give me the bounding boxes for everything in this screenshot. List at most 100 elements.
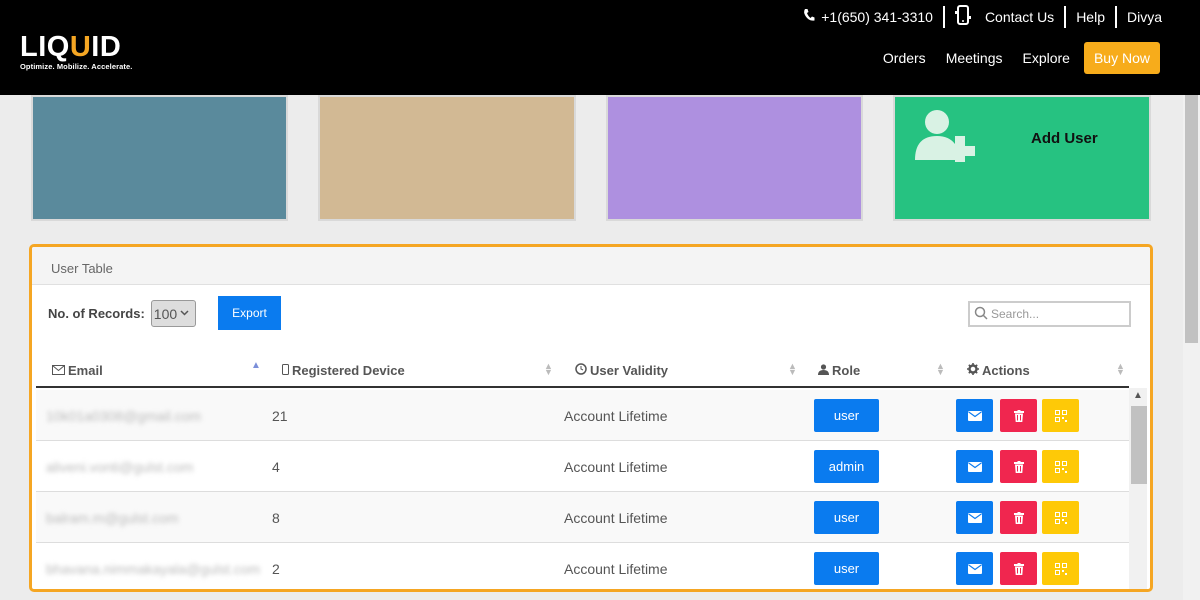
nav-explore[interactable]: Explore [1023, 50, 1070, 66]
stat-card-2[interactable] [318, 95, 576, 221]
search-input[interactable]: Search... [968, 301, 1131, 327]
clock-icon [575, 363, 587, 378]
email-action-button[interactable] [956, 552, 993, 585]
records-label: No. of Records: [48, 306, 145, 321]
sort-both-icon[interactable]: ▲ ▼ [936, 362, 945, 377]
stat-card-3[interactable] [606, 95, 863, 221]
col-actions-label: Actions [982, 363, 1030, 378]
role-button[interactable]: user [814, 552, 879, 585]
table-row: 10k01a0308@gmail.com 21 Account Lifetime… [36, 390, 1129, 441]
email-action-button[interactable] [956, 501, 993, 534]
col-actions[interactable]: Actions [967, 363, 1030, 378]
qr-code-button[interactable] [1042, 501, 1079, 534]
user-name: Divya [1126, 9, 1162, 25]
logo-wordmark: LIQUID [20, 31, 122, 63]
phone-number: +1(650) 341-3310 [821, 9, 933, 25]
qr-code-icon [1054, 511, 1067, 524]
trash-icon [1013, 511, 1024, 524]
add-user-card[interactable]: Add User [893, 95, 1151, 221]
page-scrollbar-thumb[interactable] [1185, 95, 1198, 343]
add-user-label: Add User [1031, 130, 1098, 147]
logo-tagline: Optimize. Mobilize. Accelerate. [20, 62, 133, 71]
mobile-device-icon [954, 5, 971, 29]
main-nav: Orders Meetings Explore Buy Now [863, 42, 1160, 74]
email-cell: bhavana.nimmakayala@gulst.com [46, 561, 261, 577]
validity-cell: Account Lifetime [564, 408, 668, 424]
col-email[interactable]: Email [52, 363, 103, 378]
help-link[interactable]: Help [1066, 6, 1117, 28]
email-action-button[interactable] [956, 399, 993, 432]
email-cell: balram.m@gulst.com [46, 510, 179, 526]
export-button[interactable]: Export [218, 296, 281, 330]
phone-link[interactable]: +1(650) 341-3310 [793, 6, 945, 28]
sort-both-icon[interactable]: ▲ ▼ [788, 362, 797, 377]
top-utility-bar: +1(650) 341-3310 Contact Us Help Divya [793, 5, 1200, 29]
qr-code-icon [1054, 562, 1067, 575]
contact-us-link[interactable]: Contact Us [945, 5, 1067, 29]
search-placeholder: Search... [991, 307, 1040, 321]
role-button[interactable]: user [814, 501, 879, 534]
help-label: Help [1076, 9, 1105, 25]
col-registered-device[interactable]: Registered Device [282, 363, 405, 378]
gear-icon [967, 363, 979, 378]
email-action-button[interactable] [956, 450, 993, 483]
validity-cell: Account Lifetime [564, 510, 668, 526]
user-menu[interactable]: Divya [1117, 6, 1200, 28]
device-count-cell: 8 [272, 510, 280, 526]
stat-card-1[interactable] [31, 95, 288, 221]
records-control: No. of Records: 100 [48, 300, 196, 327]
contact-us-label: Contact Us [984, 9, 1055, 25]
sort-asc-icon[interactable]: ▲ [251, 361, 261, 371]
records-select[interactable]: 100 [150, 300, 196, 327]
envelope-icon [967, 512, 982, 523]
liquid-logo[interactable]: LIQUID Optimize. Mobilize. Accelerate. [20, 32, 132, 71]
delete-button[interactable] [1000, 450, 1037, 483]
table-header: Email ▲ Registered Device ▲ ▼ User Validi… [36, 350, 1129, 388]
sort-both-icon[interactable]: ▲ ▼ [1116, 362, 1125, 377]
nav-meetings[interactable]: Meetings [946, 50, 1003, 66]
delete-button[interactable] [1000, 399, 1037, 432]
qr-code-button[interactable] [1042, 552, 1079, 585]
add-user-icon [913, 106, 985, 166]
search-icon [974, 306, 991, 323]
sort-both-icon[interactable]: ▲ ▼ [544, 362, 553, 377]
envelope-icon [967, 410, 982, 421]
top-header: LIQUID Optimize. Mobilize. Accelerate. +… [0, 0, 1200, 95]
trash-icon [1013, 562, 1024, 575]
email-cell: 10k01a0308@gmail.com [46, 408, 202, 424]
delete-button[interactable] [1000, 552, 1037, 585]
phone-icon [803, 8, 815, 26]
role-button[interactable]: user [814, 399, 879, 432]
delete-button[interactable] [1000, 501, 1037, 534]
table-scrollbar[interactable]: ▲ [1129, 388, 1147, 589]
qr-code-button[interactable] [1042, 399, 1079, 432]
buy-now-button[interactable]: Buy Now [1083, 42, 1160, 74]
records-value: 100 [153, 305, 178, 322]
role-button[interactable]: admin [814, 450, 879, 483]
mobile-icon [282, 363, 289, 378]
trash-icon [1013, 409, 1024, 422]
col-role[interactable]: Role [818, 363, 860, 378]
envelope-icon [967, 563, 982, 574]
col-registered-device-label: Registered Device [292, 363, 405, 378]
device-count-cell: 4 [272, 459, 280, 475]
validity-cell: Account Lifetime [564, 561, 668, 577]
col-role-label: Role [832, 363, 861, 378]
col-user-validity[interactable]: User Validity [575, 363, 668, 378]
table-row: aliveni.vonti@gulst.com 4 Account Lifeti… [36, 441, 1129, 492]
panel-title: User Table [32, 247, 1150, 285]
email-cell: aliveni.vonti@gulst.com [46, 459, 194, 475]
scroll-up-icon[interactable]: ▲ [1133, 390, 1143, 401]
qr-code-button[interactable] [1042, 450, 1079, 483]
device-count-cell: 2 [272, 561, 280, 577]
table-scrollbar-thumb[interactable] [1131, 406, 1147, 484]
chevron-down-icon [180, 308, 189, 319]
validity-cell: Account Lifetime [564, 459, 668, 475]
col-email-label: Email [68, 363, 103, 378]
trash-icon [1013, 460, 1024, 473]
envelope-icon [967, 461, 982, 472]
page-scrollbar[interactable] [1183, 95, 1200, 600]
qr-code-icon [1054, 460, 1067, 473]
user-icon [818, 363, 829, 378]
nav-orders[interactable]: Orders [883, 50, 926, 66]
